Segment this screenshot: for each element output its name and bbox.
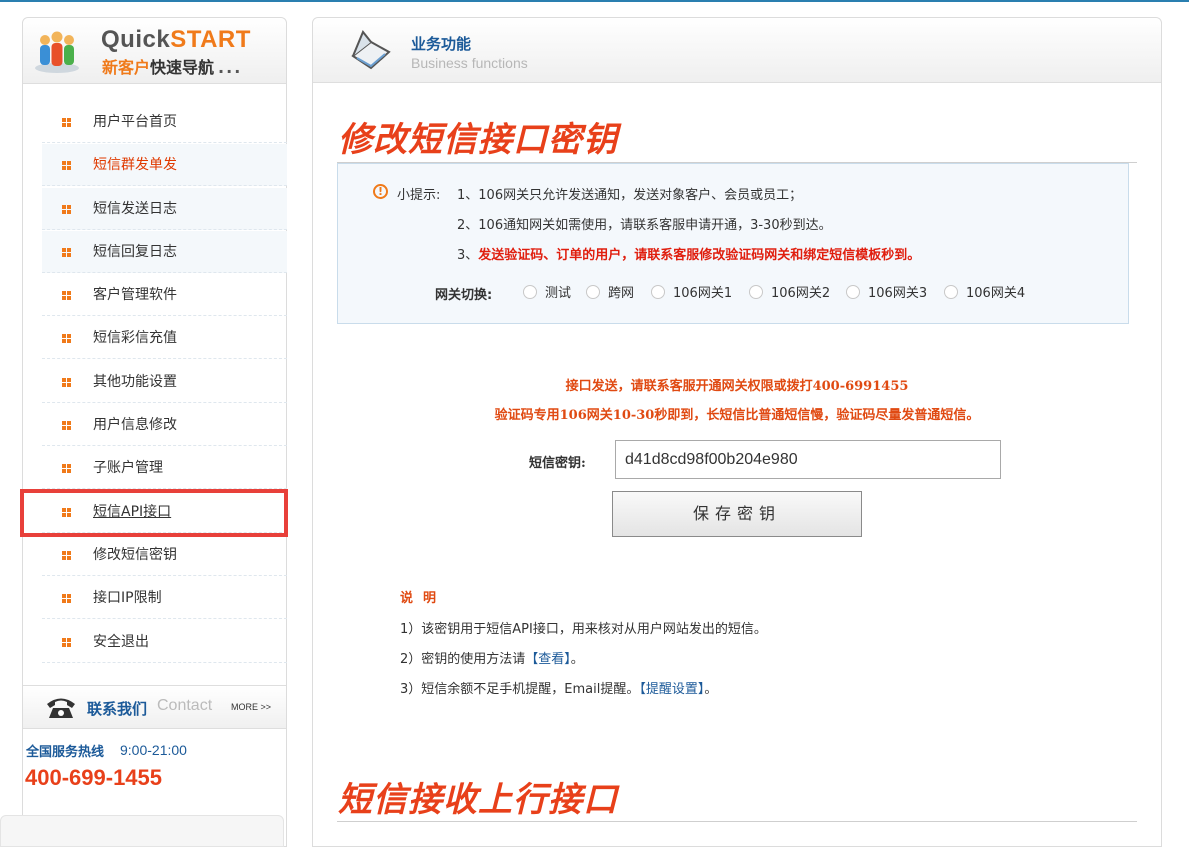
radio-button[interactable] [651, 285, 665, 299]
sms-key-label: 短信密钥: [529, 456, 586, 471]
tip-line-3: 3、发送验证码、订单的用户，请联系客服修改验证码网关和绑定短信模板秒到。 [457, 248, 921, 263]
contact-bar: 联系我们 Contact MORE >> [23, 685, 286, 729]
gateway-radio-106-1[interactable]: 106网关1 [651, 282, 732, 301]
grid-bullet-icon [62, 118, 71, 127]
contact-subtitle: Contact [157, 697, 213, 714]
radio-button[interactable] [586, 285, 600, 299]
sidebar-item-subaccounts[interactable]: 子账户管理 [42, 447, 287, 490]
gateway-radio-test[interactable]: 测试 [523, 282, 571, 301]
main-header: 业务功能 Business functions [313, 18, 1161, 83]
view-usage-link[interactable]: 【查看】 [525, 652, 571, 667]
tip-line-2: 2、106通知网关如需使用，请联系客服申请开通，3-30秒到达。 [457, 218, 832, 233]
description-line-1: 1）该密钥用于短信API接口，用来核对从用户网站发出的短信。 [400, 622, 767, 637]
grid-bullet-icon [62, 507, 71, 517]
quickstart-title: QuickSTART [101, 26, 251, 53]
grid-bullet-icon [62, 334, 71, 344]
gateway-radio-106-2[interactable]: 106网关2 [749, 282, 830, 301]
sidebar-item-send-log[interactable]: 短信发送日志 [42, 187, 287, 230]
grid-bullet-icon [62, 204, 71, 214]
sidebar-item-crm[interactable]: 客户管理软件 [42, 274, 287, 317]
gateway-label: 网关切换: [435, 288, 493, 303]
description-title: 说明 [400, 591, 447, 606]
grid-bullet-icon [62, 594, 71, 604]
radio-button[interactable] [749, 285, 763, 299]
quickstart-people-icon [35, 31, 79, 73]
sidebar-item-recharge[interactable]: 短信彩信充值 [42, 317, 287, 360]
quickstart-header: QuickSTART 新客户快速导航... [23, 18, 286, 84]
sms-key-input[interactable] [615, 440, 1001, 479]
tip-box: ! 小提示: 1、106网关只允许发送通知，发送对象客户、会员或员工； 2、10… [337, 163, 1129, 324]
grid-bullet-icon [62, 247, 71, 257]
main-panel: 业务功能 Business functions 修改短信接口密钥 ! 小提示: … [312, 17, 1162, 847]
sidebar-item-home[interactable]: 用户平台首页 [42, 101, 287, 143]
radio-button[interactable] [523, 285, 537, 299]
sidebar: QuickSTART 新客户快速导航... 用户平台首页 短信群发单发 短信发送… [22, 17, 287, 847]
sidebar-item-change-key[interactable]: 修改短信密钥 [42, 534, 287, 576]
phone-icon [47, 698, 75, 718]
sidebar-item-sms-send[interactable]: 短信群发单发 [42, 144, 287, 187]
grid-bullet-icon [62, 637, 71, 647]
sidebar-item-ip-limit[interactable]: 接口IP限制 [42, 577, 287, 620]
header-title: 业务功能 [411, 35, 472, 53]
tip-label: 小提示: [397, 188, 441, 203]
sidebar-bottom-tab [0, 815, 284, 847]
sidebar-item-logout[interactable]: 安全退出 [42, 621, 287, 663]
grid-bullet-icon [62, 161, 71, 171]
header-subtitle: Business functions [411, 55, 528, 71]
hotline-label: 全国服务热线 [26, 745, 105, 760]
top-border-line [0, 0, 1189, 2]
sidebar-item-sms-api[interactable]: 短信API接口 [42, 491, 287, 533]
save-key-button[interactable]: 保存密钥 [612, 491, 862, 537]
sidebar-menu: 用户平台首页 短信群发单发 短信发送日志 短信回复日志 客户管理软件 短信彩信充… [42, 101, 287, 664]
tip-line-1: 1、106网关只允许发送通知，发送对象客户、会员或员工； [457, 188, 803, 203]
warning-icon: ! [373, 184, 388, 199]
book-icon [351, 30, 391, 70]
radio-button[interactable] [944, 285, 958, 299]
section-divider [337, 821, 1137, 822]
grid-bullet-icon [62, 291, 71, 301]
reminder-settings-link[interactable]: 【提醒设置】 [639, 682, 704, 697]
description-line-3: 3）短信余额不足手机提醒，Email提醒。【提醒设置】。 [400, 682, 718, 697]
quickstart-subtitle: 新客户快速导航... [102, 58, 243, 77]
notice-verification-code: 验证码专用106网关10-30秒即到，长短信比普通短信慢，验证码尽量发普通短信。 [494, 408, 980, 423]
gateway-radio-106-4[interactable]: 106网关4 [944, 282, 1025, 301]
section-title-change-key: 修改短信接口密钥 [338, 120, 618, 160]
notice-api-gateway: 接口发送，请联系客服开通网关权限或拨打400-6991455 [565, 379, 909, 394]
hotline-hours: 9:00-21:00 [120, 742, 187, 758]
gateway-radio-cross-net[interactable]: 跨网 [586, 282, 634, 301]
section-title-uplink: 短信接收上行接口 [338, 780, 618, 820]
gateway-radio-106-3[interactable]: 106网关3 [846, 282, 927, 301]
grid-bullet-icon [62, 421, 71, 431]
sidebar-item-other-settings[interactable]: 其他功能设置 [42, 361, 287, 403]
grid-bullet-icon [62, 377, 71, 387]
contact-more-link[interactable]: MORE >> [231, 702, 271, 712]
description-line-2: 2）密钥的使用方法请【查看】。 [400, 652, 584, 667]
contact-title: 联系我们 [87, 700, 148, 718]
radio-button[interactable] [846, 285, 860, 299]
grid-bullet-icon [62, 550, 71, 560]
sidebar-item-user-info[interactable]: 用户信息修改 [42, 404, 287, 447]
sidebar-item-reply-log[interactable]: 短信回复日志 [42, 230, 287, 273]
hotline-number: 400-699-1455 [25, 765, 163, 790]
grid-bullet-icon [62, 464, 71, 474]
